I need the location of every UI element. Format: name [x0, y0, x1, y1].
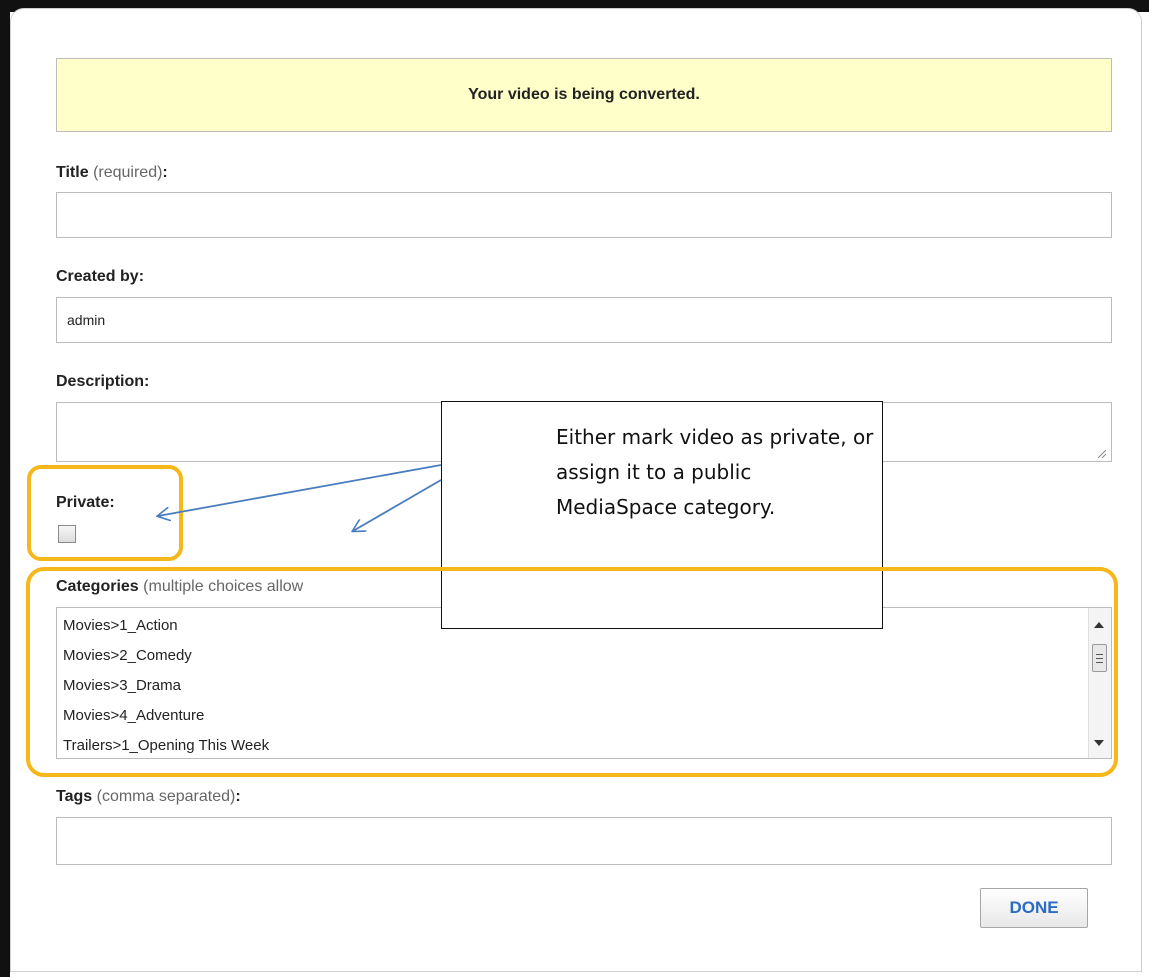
created-by-input[interactable]: [56, 297, 1112, 343]
window-left-edge: [0, 0, 10, 977]
title-colon: :: [162, 164, 168, 181]
done-button[interactable]: DONE: [980, 888, 1088, 928]
tags-label: Tags (comma separated):: [56, 788, 241, 806]
description-label-text: Description:: [56, 373, 150, 390]
title-label: Title (required):: [56, 164, 168, 182]
title-required-hint: (required): [93, 164, 163, 181]
created-by-label: Created by:: [56, 268, 144, 286]
tags-label-text: Tags: [56, 788, 93, 805]
tags-colon: :: [235, 788, 241, 805]
title-label-text: Title: [56, 164, 89, 181]
conversion-notice-text: Your video is being converted.: [468, 86, 700, 103]
tags-hint: (comma separated): [96, 788, 236, 805]
private-highlight: [27, 465, 183, 561]
conversion-notice: Your video is being converted.: [56, 58, 1112, 132]
title-input[interactable]: [56, 192, 1112, 238]
categories-highlight: [26, 567, 1118, 777]
annotation-callout-text: Either mark video as private, or assign …: [556, 425, 874, 519]
resize-grip-icon[interactable]: [1096, 448, 1106, 458]
tags-input[interactable]: [56, 817, 1112, 865]
created-by-label-text: Created by:: [56, 268, 145, 285]
description-label: Description:: [56, 373, 149, 391]
